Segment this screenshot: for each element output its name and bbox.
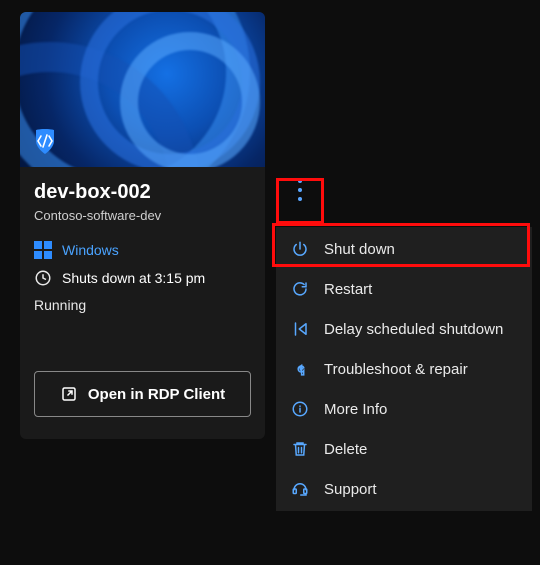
menu-item-label: More Info <box>324 401 387 418</box>
wrench-icon <box>290 359 310 379</box>
menu-item-label: Troubleshoot & repair <box>324 361 468 378</box>
menu-item-info[interactable]: More Info <box>276 389 532 429</box>
card-subtitle: Contoso-software-dev <box>34 208 251 223</box>
card-thumbnail <box>20 12 265 167</box>
open-external-icon <box>60 385 78 403</box>
kebab-icon <box>298 179 302 201</box>
more-actions-button[interactable] <box>281 171 319 209</box>
menu-item-label: Delay scheduled shutdown <box>324 321 503 338</box>
clock-icon <box>34 269 52 287</box>
windows-icon <box>34 241 52 259</box>
open-rdp-label: Open in RDP Client <box>88 386 225 403</box>
menu-item-troubleshoot[interactable]: Troubleshoot & repair <box>276 349 532 389</box>
delay-icon <box>290 319 310 339</box>
status-text: Running <box>34 297 251 313</box>
menu-item-delete[interactable]: Delete <box>276 429 532 469</box>
menu-item-label: Delete <box>324 441 367 458</box>
dev-box-card: dev-box-002 Contoso-software-dev Windows… <box>20 12 265 439</box>
info-icon <box>290 399 310 419</box>
headset-icon <box>290 479 310 499</box>
open-rdp-button[interactable]: Open in RDP Client <box>34 371 251 417</box>
menu-item-support[interactable]: Support <box>276 469 532 509</box>
schedule-text: Shuts down at 3:15 pm <box>62 270 205 286</box>
os-label[interactable]: Windows <box>62 242 119 258</box>
devbox-badge-icon <box>30 127 60 157</box>
restart-icon <box>290 279 310 299</box>
menu-item-label: Restart <box>324 281 372 298</box>
trash-icon <box>290 439 310 459</box>
power-icon <box>290 239 310 259</box>
menu-item-label: Shut down <box>324 241 395 258</box>
menu-item-delay[interactable]: Delay scheduled shutdown <box>276 309 532 349</box>
menu-item-restart[interactable]: Restart <box>276 269 532 309</box>
menu-item-label: Support <box>324 481 377 498</box>
actions-menu: Shut down Restart Delay scheduled shutdo… <box>276 227 532 511</box>
card-title: dev-box-002 <box>34 181 251 204</box>
menu-item-shutdown[interactable]: Shut down <box>276 229 532 269</box>
